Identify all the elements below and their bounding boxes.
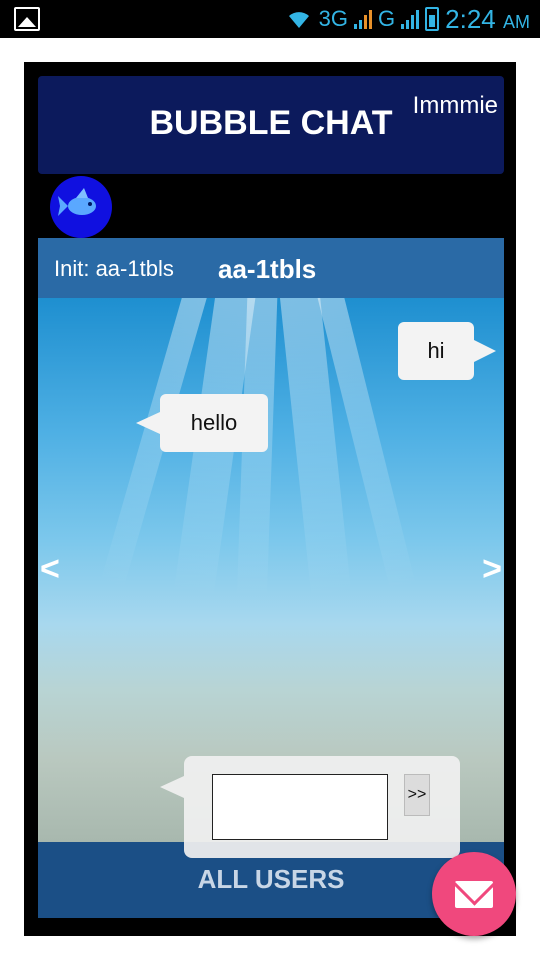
signal-icon — [354, 9, 373, 29]
image-icon — [14, 7, 40, 31]
username-label[interactable]: Immmie — [413, 92, 498, 120]
message-bubble-left[interactable]: hello — [136, 394, 268, 452]
clock: 2:24 AM — [445, 4, 530, 35]
battery-charging-icon — [425, 7, 440, 31]
previous-arrow-button[interactable]: < — [40, 550, 60, 589]
mail-icon — [455, 881, 493, 908]
chat-topbar: Init: aa-1tbls aa-1tbls — [38, 238, 504, 298]
message-text: hi — [427, 338, 445, 363]
room-name: aa-1tbls — [218, 254, 317, 284]
message-composer: >> — [160, 756, 460, 858]
signal-icon-2 — [401, 9, 420, 29]
compose-fab-button[interactable] — [432, 852, 516, 936]
status-indicators: 3G G 2:24 AM — [285, 4, 530, 34]
message-text: hello — [190, 410, 238, 435]
next-arrow-button[interactable]: > — [482, 550, 502, 589]
status-bar: 3G G 2:24 AM — [0, 0, 540, 38]
message-bubble-right[interactable]: hi — [398, 322, 496, 380]
app-frame: BUBBLE CHAT Immmie Init: aa-1tbls aa-1tb… — [24, 62, 516, 936]
fish-icon — [58, 188, 96, 216]
network-3g-label: 3G — [318, 6, 349, 31]
network-g-label: G — [378, 6, 396, 31]
send-button[interactable]: >> — [404, 774, 430, 816]
avatar[interactable] — [50, 176, 112, 238]
app-header: BUBBLE CHAT Immmie — [38, 76, 504, 174]
message-input[interactable] — [212, 774, 388, 840]
clock-time: 2:24 — [445, 3, 496, 34]
clock-ampm: AM — [503, 11, 530, 32]
wifi-icon — [288, 12, 309, 28]
init-label: Init: aa-1tbls — [54, 256, 174, 281]
